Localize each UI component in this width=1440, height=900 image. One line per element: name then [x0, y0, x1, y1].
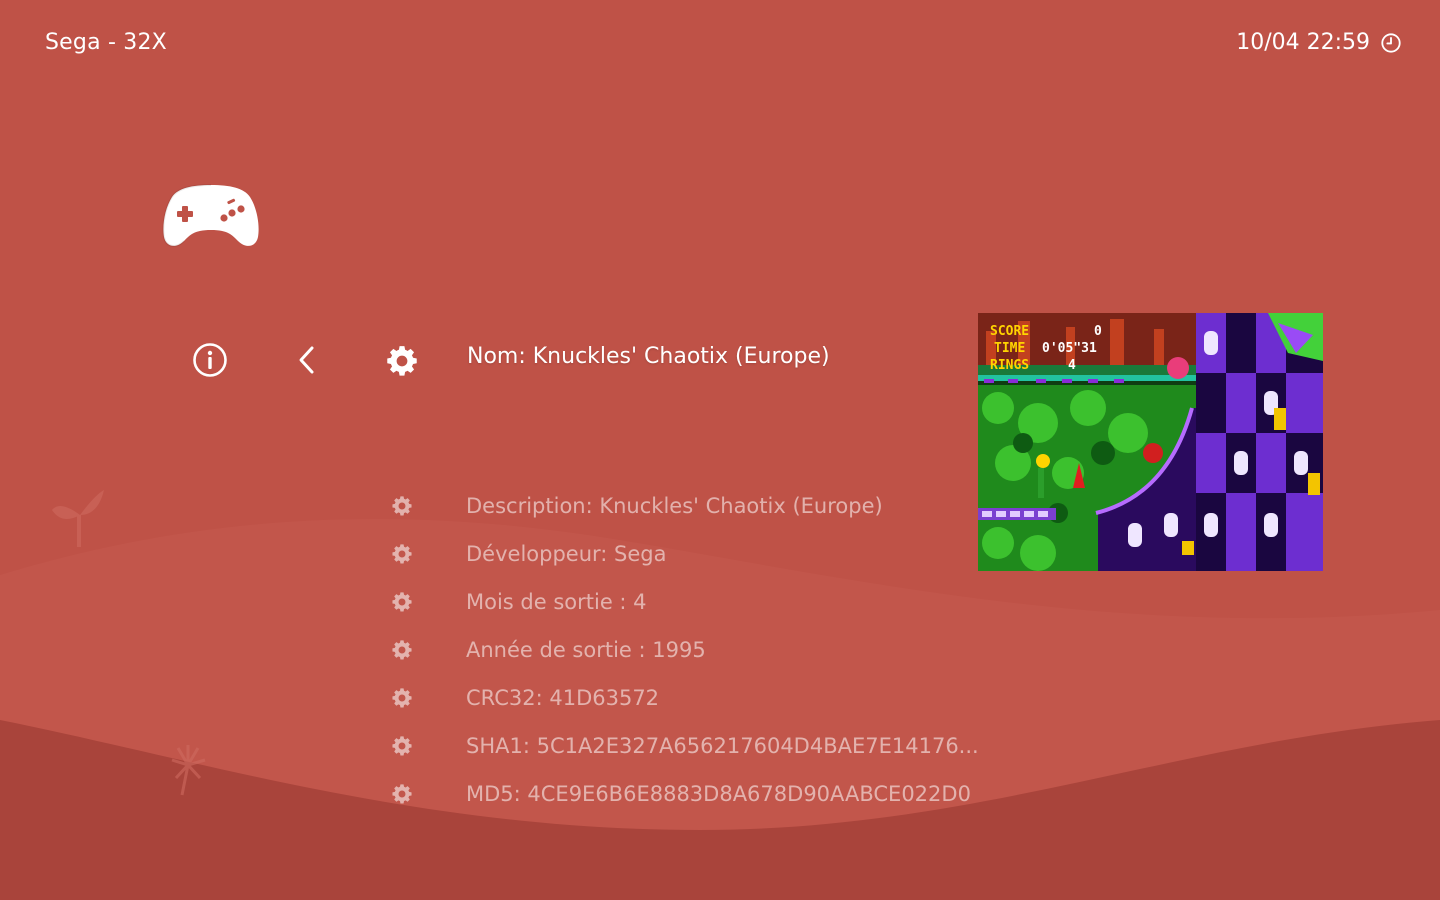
info-button[interactable] — [191, 341, 229, 379]
hud-score-label: SCORE — [990, 324, 1029, 339]
gear-icon — [392, 736, 412, 756]
hud-rings-label: RINGS — [990, 358, 1029, 373]
gear-icon — [392, 544, 412, 564]
hud-rings-value: 4 — [1068, 358, 1076, 373]
metadata-row-developer[interactable]: Développeur: Sega — [390, 530, 1010, 578]
clock-icon — [1381, 32, 1401, 53]
metadata-text: CRC32: 41D63572 — [466, 686, 660, 710]
game-screenshot: SCORE 0 TIME 0'05"31 RINGS 4 — [978, 313, 1323, 571]
system-title: Sega - 32X — [45, 30, 167, 55]
metadata-text: SHA1: 5C1A2E327A656217604D4BAE7E14176... — [466, 734, 979, 758]
metadata-text: Développeur: Sega — [466, 542, 667, 566]
back-button[interactable] — [293, 343, 321, 377]
gear-icon — [387, 346, 417, 376]
metadata-row-sha1[interactable]: SHA1: 5C1A2E327A656217604D4BAE7E14176... — [390, 722, 1010, 770]
chevron-left-icon — [299, 346, 314, 374]
gear-icon — [392, 784, 412, 804]
settings-button[interactable] — [383, 342, 421, 380]
gamepad-icon — [162, 184, 259, 247]
info-icon — [193, 343, 227, 377]
metadata-row-release-month[interactable]: Mois de sortie : 4 — [390, 578, 1010, 626]
gear-icon — [392, 592, 412, 612]
gear-icon — [392, 688, 412, 708]
metadata-row-md5[interactable]: MD5: 4CE9E6B6E8883D8A678D90AABCE022D0 — [390, 770, 1010, 818]
datetime-text: 10/04 22:59 — [1236, 30, 1370, 55]
metadata-row-release-year[interactable]: Année de sortie : 1995 — [390, 626, 1010, 674]
metadata-row-crc32[interactable]: CRC32: 41D63572 — [390, 674, 1010, 722]
metadata-row-description[interactable]: Description: Knuckles' Chaotix (Europe) — [390, 482, 1010, 530]
hud-score-value: 0 — [1094, 324, 1102, 339]
metadata-text: Année de sortie : 1995 — [466, 638, 706, 662]
gear-icon — [392, 640, 412, 660]
plant-decoration — [52, 490, 104, 547]
hud-time-value: 0'05"31 — [1042, 341, 1097, 356]
metadata-text: Mois de sortie : 4 — [466, 590, 647, 614]
gear-icon — [392, 496, 412, 516]
clock: 10/04 22:59 — [1236, 30, 1402, 55]
hud-time-label: TIME — [994, 341, 1025, 356]
game-name: Nom: Knuckles' Chaotix (Europe) — [467, 344, 830, 369]
metadata-list: Description: Knuckles' Chaotix (Europe) … — [390, 482, 1010, 818]
metadata-text: MD5: 4CE9E6B6E8883D8A678D90AABCE022D0 — [466, 782, 971, 806]
metadata-text: Description: Knuckles' Chaotix (Europe) — [466, 494, 883, 518]
